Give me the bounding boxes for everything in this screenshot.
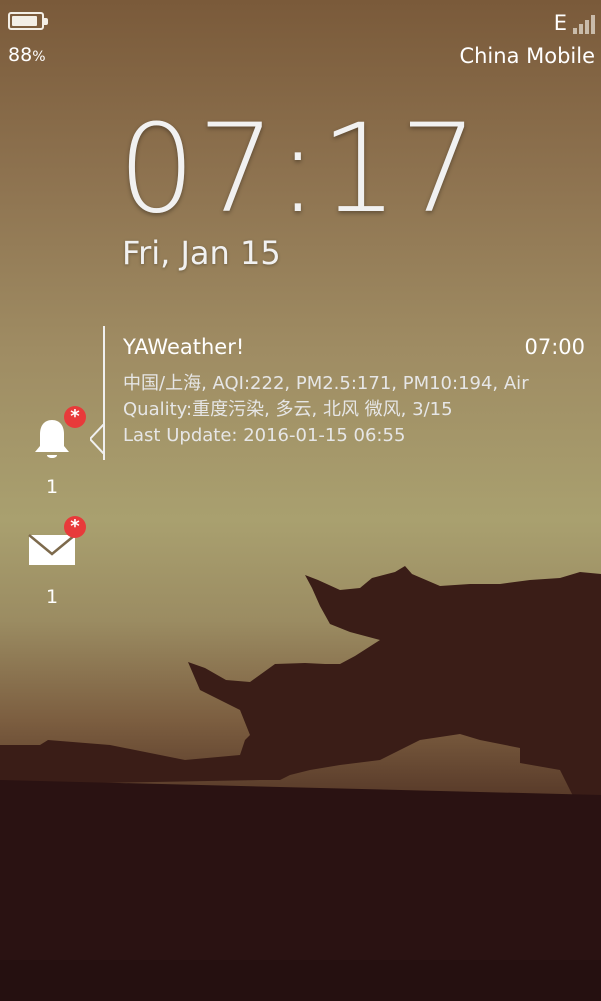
lock-date: Fri, Jan 15 <box>122 234 281 272</box>
network-type: E <box>553 11 567 35</box>
reminders-badge: * <box>64 406 86 428</box>
notification-body: 中国/上海, AQI:222, PM2.5:171, PM10:194, Air… <box>123 371 585 449</box>
network-status: E China Mobile <box>459 10 595 68</box>
notification-pointer-icon <box>90 424 104 454</box>
battery-icon <box>8 12 48 30</box>
notification-line: Last Update: 2016-01-15 06:55 <box>123 425 406 446</box>
notification-line: 中国/上海, AQI:222, PM2.5:171, PM10:194, Air <box>123 373 529 394</box>
carrier-name: China Mobile <box>459 44 595 68</box>
notification-line: Quality:重度污染, 多云, 北风 微风, 3/15 <box>123 399 453 420</box>
lock-screen: 88% E China Mobile 07:17 Fri, Jan 15 YAW… <box>0 0 601 1001</box>
messages-count: 1 <box>45 586 59 608</box>
battery-percent: 88% <box>8 44 46 66</box>
lock-clock: 07:17 <box>118 98 480 240</box>
bell-icon <box>35 420 69 458</box>
hub-reminders-item[interactable]: * 1 <box>24 406 86 498</box>
notification-card[interactable]: YAWeather! 07:00 中国/上海, AQI:222, PM2.5:1… <box>123 335 585 449</box>
messages-badge: * <box>64 516 86 538</box>
envelope-icon <box>28 534 76 565</box>
reminders-count: 1 <box>45 476 59 498</box>
notification-app-name: YAWeather! <box>123 335 245 359</box>
battery-percent-value: 88 <box>8 44 33 66</box>
notification-time: 07:00 <box>524 335 585 359</box>
signal-strength-icon <box>573 14 595 34</box>
battery-status: 88% <box>8 12 48 66</box>
hub-messages-item[interactable]: * 1 <box>24 516 86 608</box>
battery-percent-unit: % <box>32 49 46 65</box>
battery-level-fill <box>12 16 37 26</box>
